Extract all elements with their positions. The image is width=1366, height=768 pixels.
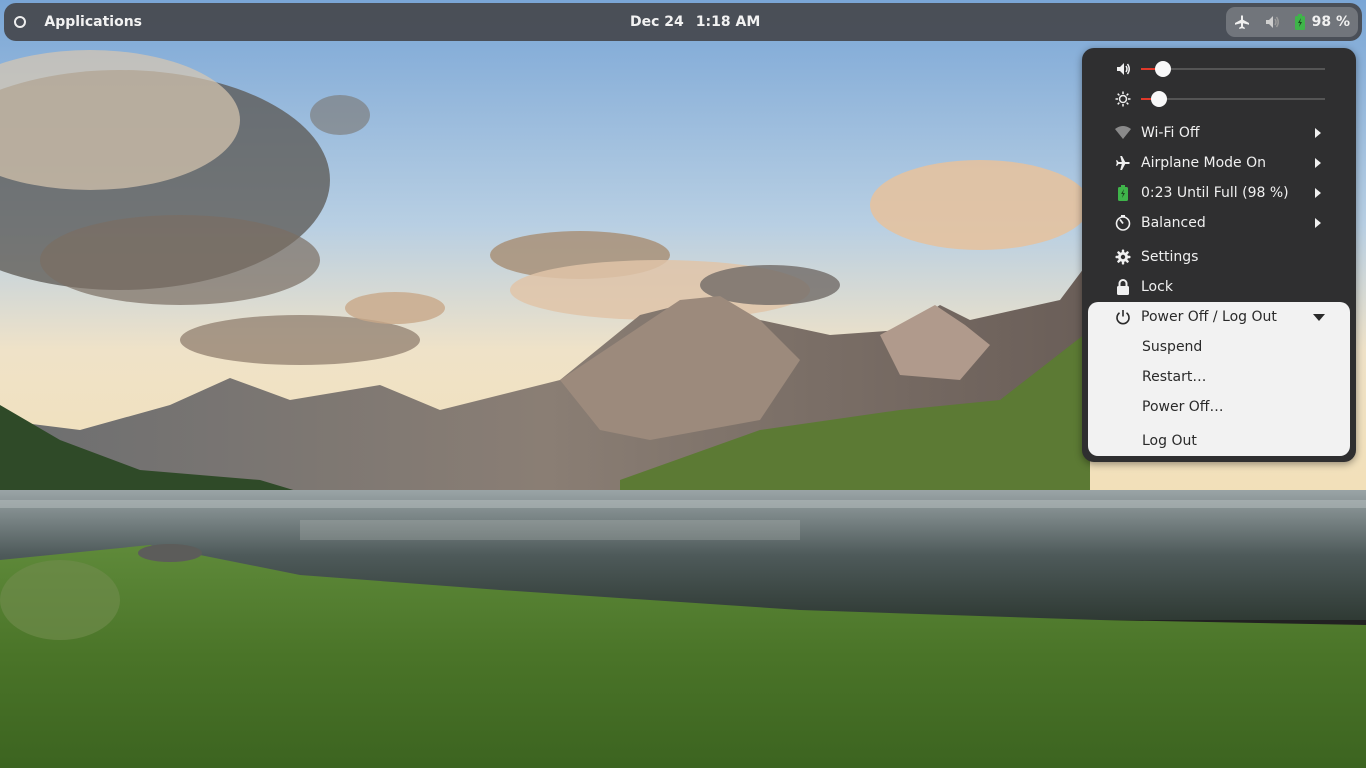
menu-item-settings[interactable]: Settings [1082,242,1356,272]
power-icon [1114,308,1132,326]
settings-label: Settings [1141,249,1199,265]
system-status-area[interactable]: 98 % [1226,7,1358,37]
volume-icon [1114,60,1132,78]
suspend-label: Suspend [1142,339,1203,355]
menu-item-suspend[interactable]: Suspend [1088,332,1350,362]
menu-item-wifi[interactable]: Wi-Fi Off [1082,118,1356,148]
volume-row [1082,54,1356,84]
airplane-icon [1234,14,1250,30]
top-bar: Applications Dec 24 1:18 AM 98 % [4,3,1362,41]
battery-icon [1294,14,1306,30]
menu-item-power-off[interactable]: Power Off… [1088,392,1350,422]
brightness-slider[interactable] [1141,91,1325,107]
applications-label: Applications [44,14,142,30]
power-submenu: Power Off / Log Out Suspend Restart… Pow… [1088,302,1350,456]
menu-item-lock[interactable]: Lock [1082,272,1356,302]
menu-item-power-off-log-out[interactable]: Power Off / Log Out [1088,302,1350,332]
battery-charging-icon [1114,184,1132,202]
gear-icon [1114,248,1132,266]
brightness-row [1082,84,1356,114]
restart-label: Restart… [1142,369,1207,385]
volume-slider[interactable] [1141,61,1325,77]
brightness-slider-handle[interactable] [1151,91,1168,107]
menu-item-airplane-mode[interactable]: Airplane Mode On [1082,148,1356,178]
clock-time: 1:18 AM [695,14,761,30]
lock-label: Lock [1141,279,1173,295]
chevron-down-icon [1313,314,1325,321]
menu-item-battery[interactable]: 0:23 Until Full (98 %) [1082,178,1356,208]
chevron-right-icon [1315,188,1321,198]
volume-icon [1264,14,1280,30]
brightness-icon [1114,90,1132,108]
volume-slider-handle[interactable] [1155,61,1172,77]
wifi-off-icon [1114,124,1132,142]
menu-item-log-out[interactable]: Log Out [1088,426,1350,456]
system-menu: Wi-Fi Off Airplane Mode On 0:23 Until Fu… [1082,48,1356,462]
battery-percentage: 98 % [1311,14,1350,30]
menu-item-power-mode[interactable]: Balanced [1082,208,1356,238]
power-mode-label: Balanced [1141,215,1206,231]
battery-status-label: 0:23 Until Full (98 %) [1141,185,1289,201]
airplane-mode-label: Airplane Mode On [1141,155,1267,171]
airplane-icon [1114,154,1132,172]
lock-icon [1114,278,1132,296]
log-out-label: Log Out [1142,433,1197,449]
chevron-right-icon [1315,158,1321,168]
power-off-log-out-label: Power Off / Log Out [1141,309,1277,325]
clock-date: Dec 24 [630,14,684,30]
activities-icon [8,7,32,37]
chevron-right-icon [1315,218,1321,228]
power-mode-icon [1114,214,1132,232]
applications-button[interactable]: Applications [8,7,142,37]
clock[interactable]: Dec 24 1:18 AM [622,7,768,37]
power-off-label: Power Off… [1142,399,1224,415]
menu-item-restart[interactable]: Restart… [1088,362,1350,392]
chevron-right-icon [1315,128,1321,138]
wifi-label: Wi-Fi Off [1141,125,1200,141]
